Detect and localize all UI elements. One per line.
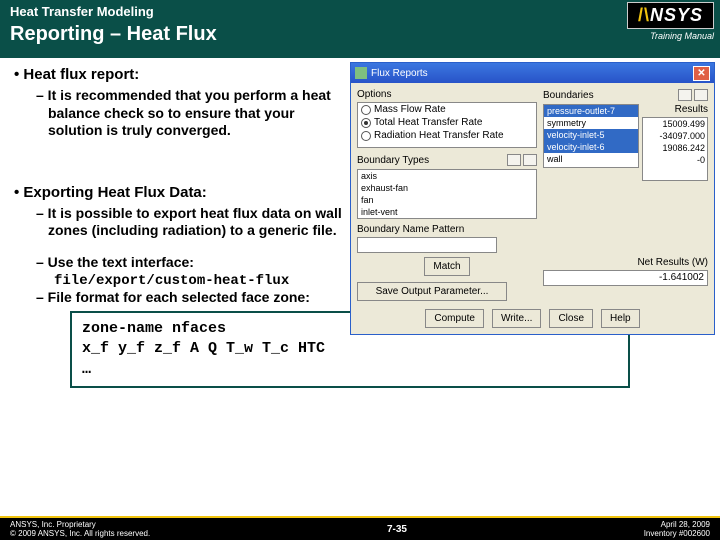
result-row: -34097.000 [645, 130, 705, 142]
footer-copyright: © 2009 ANSYS, Inc. All rights reserved. [10, 529, 150, 538]
list-item[interactable]: exhaust-fan [358, 182, 536, 194]
list-item[interactable]: fan [358, 194, 536, 206]
heading-export: • Exporting Heat Flux Data: [14, 184, 347, 201]
net-results-value: -1.641002 [543, 270, 708, 286]
supertitle: Heat Transfer Modeling [10, 4, 217, 19]
heading-flux-report: • Heat flux report: [14, 66, 347, 83]
close-icon[interactable]: ✕ [693, 66, 710, 81]
code-l3: … [82, 360, 618, 380]
results-list: 15009.499 -34097.000 19086.242 -0 [642, 117, 708, 181]
bname-label: Boundary Name Pattern [357, 224, 537, 235]
footer: ANSYS, Inc. Proprietary © 2009 ANSYS, In… [0, 516, 720, 540]
dialog-title: Flux Reports [371, 68, 428, 79]
select-all-icon[interactable] [678, 89, 692, 101]
footer-date: April 28, 2009 [644, 520, 710, 529]
net-results-label: Net Results (W) [543, 257, 708, 268]
options-panel: Mass Flow Rate Total Heat Transfer Rate … [357, 102, 537, 148]
close-button[interactable]: Close [549, 309, 593, 328]
write-button[interactable]: Write... [492, 309, 541, 328]
radio-total-heat[interactable]: Total Heat Transfer Rate [358, 116, 536, 129]
titlebar[interactable]: Flux Reports ✕ [351, 63, 714, 83]
select-all-icon[interactable] [507, 154, 521, 166]
list-item[interactable]: velocity-inlet-6 [544, 141, 638, 153]
footer-proprietary: ANSYS, Inc. Proprietary [10, 520, 150, 529]
list-item[interactable]: axis [358, 170, 536, 182]
radio-mass-flow[interactable]: Mass Flow Rate [358, 103, 536, 116]
results-label: Results [642, 104, 708, 115]
list-item[interactable]: velocity-inlet-5 [544, 129, 638, 141]
btypes-label: Boundary Types [357, 155, 429, 166]
app-icon [355, 67, 367, 79]
ansys-logo: /\NSYS [627, 2, 714, 29]
command-text: file/export/custom-heat-flux [54, 273, 347, 289]
boundary-types-list[interactable]: axis exhaust-fan fan inlet-vent [357, 169, 537, 219]
select-none-icon[interactable] [694, 89, 708, 101]
match-button[interactable]: Match [424, 257, 469, 276]
list-item[interactable]: symmetry [544, 117, 638, 129]
boundary-name-input[interactable] [357, 237, 497, 253]
code-l2: x_f y_f z_f A Q T_w T_c HTC [82, 339, 618, 359]
bullet-export-wall: – It is possible to export heat flux dat… [36, 205, 347, 240]
radio-radiation[interactable]: Radiation Heat Transfer Rate [358, 129, 536, 142]
footer-inventory: Inventory #002600 [644, 529, 710, 538]
bullet-balance-check: – It is recommended that you perform a h… [36, 87, 347, 140]
training-label: Training Manual [650, 31, 714, 41]
boundaries-list[interactable]: pressure-outlet-7 symmetry velocity-inle… [543, 104, 639, 168]
save-output-button[interactable]: Save Output Parameter... [357, 282, 507, 301]
list-item[interactable]: pressure-outlet-7 [544, 105, 638, 117]
result-row: 19086.242 [645, 142, 705, 154]
select-none-icon[interactable] [523, 154, 537, 166]
options-label: Options [357, 89, 537, 100]
result-row: 15009.499 [645, 118, 705, 130]
section-title: Reporting – Heat Flux [10, 23, 217, 46]
compute-button[interactable]: Compute [425, 309, 484, 328]
help-button[interactable]: Help [601, 309, 640, 328]
result-row: -0 [645, 154, 705, 166]
list-item[interactable]: inlet-vent [358, 206, 536, 218]
header-bar: Heat Transfer Modeling Reporting – Heat … [0, 0, 720, 58]
page-number: 7-35 [387, 524, 407, 535]
flux-reports-dialog: Flux Reports ✕ Options Mass Flow Rate To… [350, 62, 715, 335]
bullet-text-interface: – Use the text interface: [36, 254, 347, 272]
boundaries-label: Boundaries [543, 90, 594, 101]
list-item[interactable]: wall [544, 153, 638, 165]
